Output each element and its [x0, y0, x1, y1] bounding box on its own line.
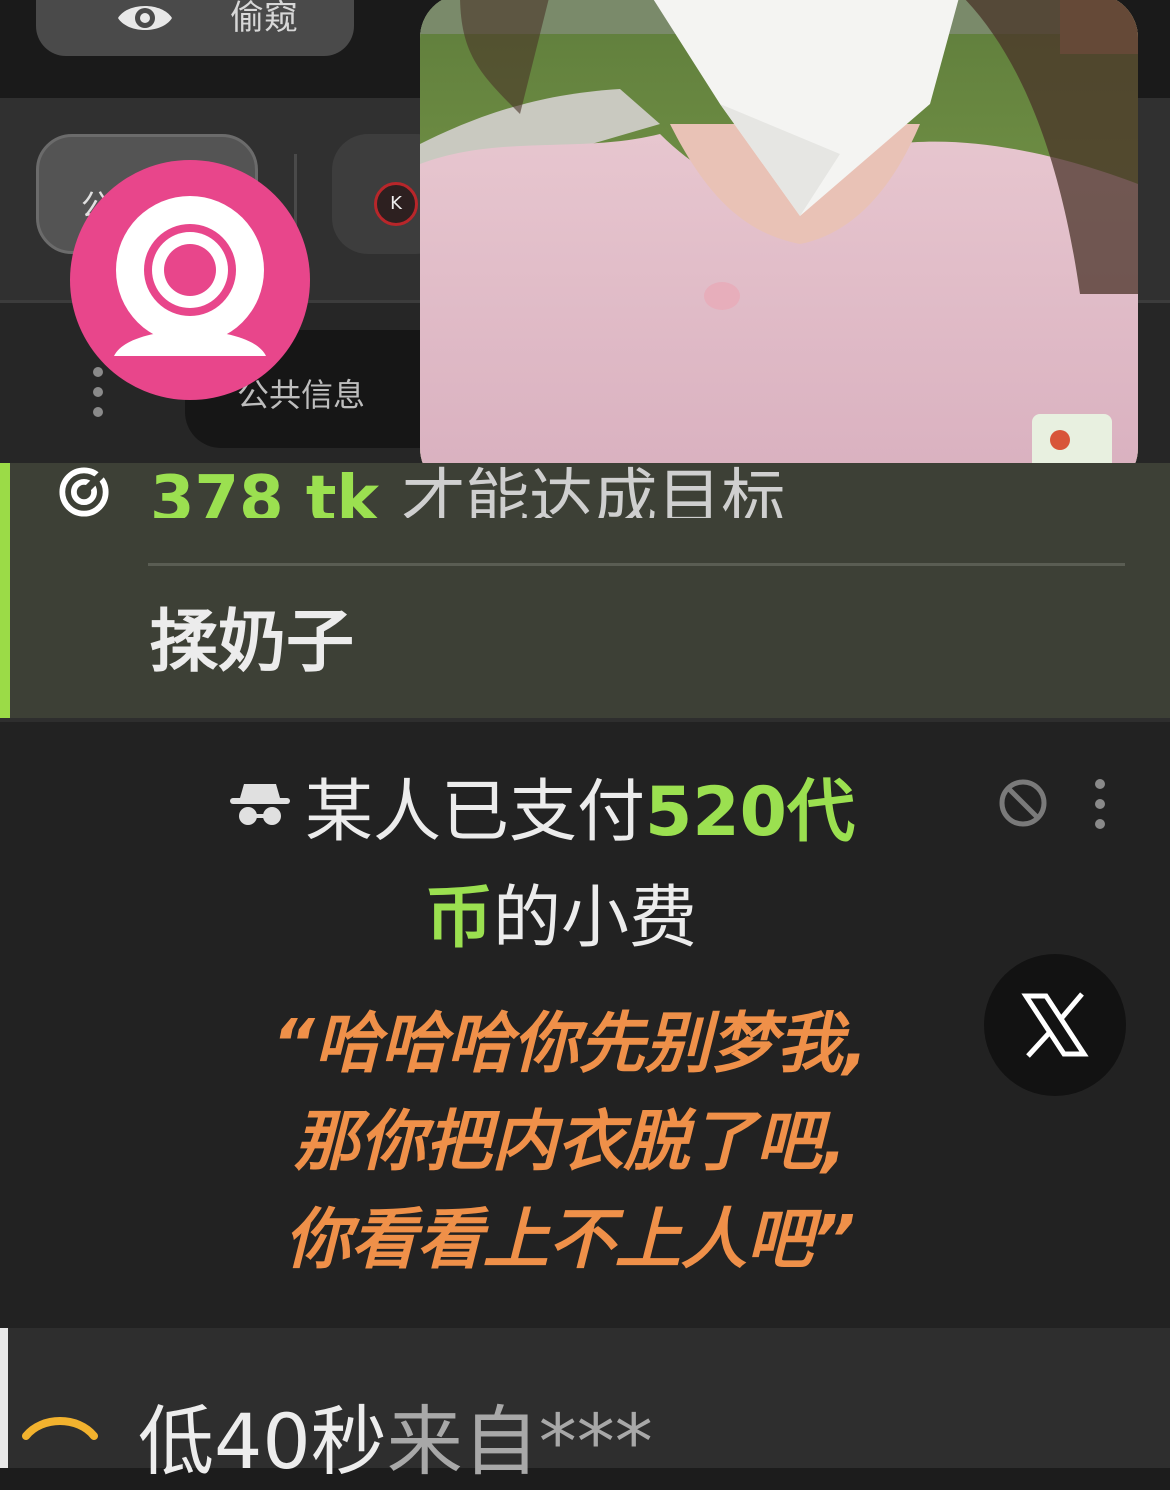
- quote-line: 你看看上不上人吧”: [284, 1201, 856, 1278]
- private-avatar: K: [374, 182, 418, 226]
- tip-prefix: 某人已支付: [305, 773, 646, 852]
- goal-amount-line: 378 tk 才能达成目标: [150, 448, 785, 518]
- bottom-text-main: 低40秒: [138, 1397, 387, 1486]
- goal-rest: 才能达成目标: [401, 463, 786, 518]
- anonymous-icon: [230, 784, 290, 825]
- tip-text-line2: 币的小费: [425, 862, 697, 961]
- tip-quote: “哈哈哈你先别梦我, 那你把内衣脱了吧, 你看看上不上人吧”: [180, 995, 960, 1289]
- goal-accent-bar: [0, 463, 10, 718]
- spy-button[interactable]: 偷窥: [36, 0, 354, 56]
- bottom-accent-bar: [0, 1328, 8, 1468]
- camera-preview[interactable]: [420, 0, 1138, 492]
- x-logo-icon: [1021, 992, 1089, 1058]
- eye-icon: [118, 6, 172, 30]
- goal-amount: 378 tk: [150, 463, 380, 518]
- goal-label: 揉奶子: [150, 603, 355, 682]
- tip-suffix: 的小费: [493, 879, 698, 958]
- quote-line: 那你把内衣脱了吧,: [293, 1103, 847, 1180]
- webcam-icon[interactable]: [70, 160, 310, 400]
- spy-label: 偷窥: [230, 0, 298, 38]
- chevron-up-icon[interactable]: [22, 1410, 98, 1440]
- target-icon: [59, 467, 109, 517]
- x-share-button[interactable]: [984, 954, 1126, 1096]
- tip-amount: 520代: [645, 773, 855, 852]
- tip-amount-cont: 币: [425, 879, 494, 958]
- ban-icon[interactable]: [998, 778, 1048, 828]
- quote-line: “哈哈哈你先别梦我,: [272, 1005, 868, 1082]
- bottom-text-sub: 来自***: [386, 1397, 653, 1486]
- bottom-status-text: 低40秒来自***: [138, 1380, 653, 1490]
- tip-text-line1: 某人已支付520代: [305, 756, 855, 855]
- goal-divider: [148, 563, 1125, 566]
- more-vert-icon[interactable]: [1090, 778, 1110, 830]
